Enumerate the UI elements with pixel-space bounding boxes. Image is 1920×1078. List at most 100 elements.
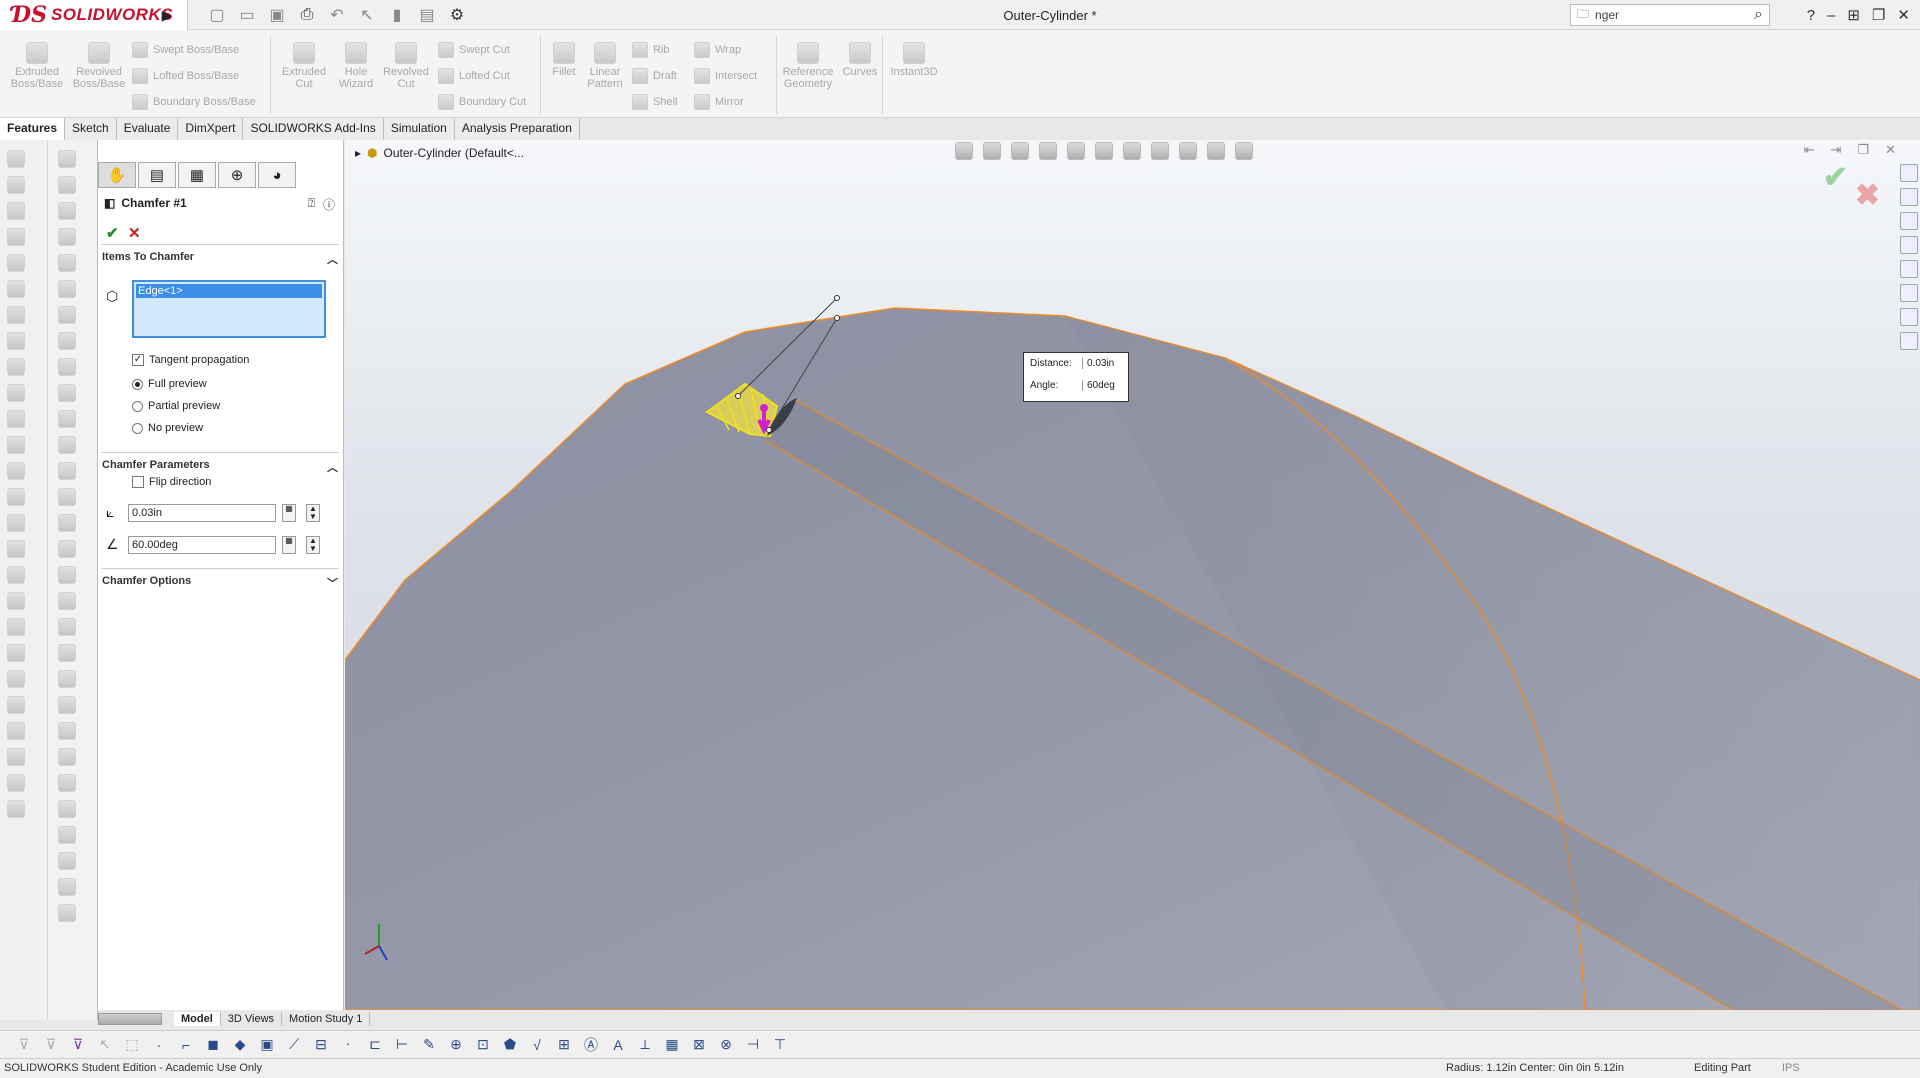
edge-selection-list[interactable]: Edge<1> xyxy=(132,280,326,338)
draft-button[interactable]: Draft xyxy=(632,68,677,84)
distance-spinner[interactable]: ▲ ▼ xyxy=(306,504,320,522)
sketch-tool-icon[interactable] xyxy=(7,358,25,376)
revolved-boss-button[interactable]: Revolved Boss/Base xyxy=(70,42,128,90)
feature-tool-icon[interactable] xyxy=(58,670,76,688)
search-input[interactable]: 🗀 nger ⌕ xyxy=(1570,4,1770,26)
tab-model[interactable]: Model xyxy=(174,1012,221,1026)
collapse-icon[interactable]: ︿ xyxy=(327,459,338,475)
full-preview-radio[interactable]: Full preview xyxy=(132,378,207,390)
rib-button[interactable]: Rib xyxy=(632,42,670,58)
feature-tool-icon[interactable] xyxy=(58,878,76,896)
partial-preview-radio[interactable]: Partial preview xyxy=(132,400,220,412)
filter-notes-icon[interactable]: ✎ xyxy=(419,1036,439,1054)
detailed-help-icon[interactable]: ⍰ xyxy=(308,196,315,213)
filter-block-icon[interactable]: ⊠ xyxy=(689,1036,709,1054)
edit-appearance-icon[interactable] xyxy=(1179,142,1197,160)
feature-tool-icon[interactable] xyxy=(58,904,76,922)
swept-boss-button[interactable]: Swept Boss/Base xyxy=(132,42,239,58)
collapse-icon[interactable]: ︿ xyxy=(327,251,338,267)
previous-view-icon[interactable] xyxy=(1011,142,1029,160)
feature-tool-icon[interactable] xyxy=(58,774,76,792)
chamfer-options-header[interactable]: Chamfer Options ﹀ xyxy=(102,568,338,591)
feature-tool-icon[interactable] xyxy=(58,436,76,454)
chamfer-parameters-header[interactable]: Chamfer Parameters ︿ xyxy=(102,452,338,475)
sketch-tool-icon[interactable] xyxy=(7,644,25,662)
feature-tree-root[interactable]: ▸ ⬢ Outer-Cylinder (Default<... xyxy=(355,146,524,160)
tab-scroll-arrows[interactable] xyxy=(98,1013,162,1025)
distance-field[interactable]: 0.03in xyxy=(128,504,276,522)
apply-scene-icon[interactable] xyxy=(1207,142,1225,160)
tab-sketch[interactable]: Sketch xyxy=(65,118,117,140)
feature-tool-icon[interactable] xyxy=(58,410,76,428)
callout-angle-row[interactable]: Angle: 60deg xyxy=(1030,380,1130,391)
feature-tool-icon[interactable] xyxy=(58,748,76,766)
model-view[interactable] xyxy=(345,140,1920,1010)
dynamic-annotation-icon[interactable] xyxy=(1067,142,1085,160)
swept-cut-button[interactable]: Swept Cut xyxy=(438,42,510,58)
forum-icon[interactable] xyxy=(1900,332,1918,350)
feature-tool-icon[interactable] xyxy=(58,826,76,844)
lofted-cut-button[interactable]: Lofted Cut xyxy=(438,68,510,84)
chamfer-callout[interactable]: Distance: 0.03in Angle: 60deg xyxy=(1023,352,1129,402)
filter-balloon-icon[interactable]: ⊞ xyxy=(554,1036,574,1054)
filter-surface-icon[interactable]: ◆ xyxy=(230,1036,250,1054)
filter-sketch-icon[interactable]: ⊏ xyxy=(365,1036,385,1054)
confirmation-ok-icon[interactable]: ✔ xyxy=(1823,160,1848,195)
angle-field[interactable]: 60.00deg xyxy=(128,536,276,554)
feature-tool-icon[interactable] xyxy=(58,254,76,272)
tab-simulation[interactable]: Simulation xyxy=(383,118,455,140)
sketch-tool-icon[interactable] xyxy=(7,540,25,558)
help-icon[interactable]: ⓘ xyxy=(323,196,335,213)
close-icon[interactable]: ✕ xyxy=(1885,142,1896,158)
filter-datum-icon[interactable]: ⊕ xyxy=(446,1036,466,1054)
property-manager-tab-icon[interactable]: ✋ xyxy=(98,162,136,188)
wrap-button[interactable]: Wrap xyxy=(694,42,741,58)
design-library-icon[interactable] xyxy=(1900,212,1918,230)
section-view-icon[interactable] xyxy=(1039,142,1057,160)
sketch-tool-icon[interactable] xyxy=(7,332,25,350)
filter-axes-icon[interactable]: ⟋ xyxy=(284,1036,304,1054)
feature-tool-icon[interactable] xyxy=(58,150,76,168)
custom-properties-icon[interactable] xyxy=(1900,308,1918,326)
sketch-tool-icon[interactable] xyxy=(7,566,25,584)
filter-solid-icon[interactable]: ▣ xyxy=(257,1036,277,1054)
filter-weld-icon[interactable]: √ xyxy=(527,1036,547,1054)
expand-arrow-icon[interactable]: ▸ xyxy=(355,146,361,160)
intersect-button[interactable]: Intersect xyxy=(694,68,757,84)
extruded-cut-button[interactable]: Extruded Cut xyxy=(276,42,332,90)
filter-dimensions-icon[interactable]: ⊢ xyxy=(392,1036,412,1054)
close-icon[interactable]: ✕ xyxy=(1897,6,1910,24)
curves-button[interactable]: Curves xyxy=(838,42,882,78)
filter-centerline-icon[interactable]: ⟂ xyxy=(635,1036,655,1054)
filter-clear-icon[interactable]: ⊽ xyxy=(68,1036,88,1054)
sketch-tool-icon[interactable] xyxy=(7,774,25,792)
fillet-button[interactable]: Fillet xyxy=(546,42,582,78)
sketch-tool-icon[interactable] xyxy=(7,280,25,298)
sketch-tool-icon[interactable] xyxy=(7,436,25,454)
filter-text-icon[interactable]: A xyxy=(608,1036,628,1054)
feature-tool-icon[interactable] xyxy=(58,280,76,298)
sketch-tool-icon[interactable] xyxy=(7,228,25,246)
filter-planes-icon[interactable]: ⊟ xyxy=(311,1036,331,1054)
edge-selection-item[interactable]: Edge<1> xyxy=(136,284,322,298)
zoom-to-area-icon[interactable] xyxy=(983,142,1001,160)
feature-tool-icon[interactable] xyxy=(58,852,76,870)
revolved-cut-button[interactable]: Revolved Cut xyxy=(380,42,432,90)
shell-button[interactable]: Shell xyxy=(632,94,677,110)
sketch-tool-icon[interactable] xyxy=(7,722,25,740)
sketch-tool-icon[interactable] xyxy=(7,176,25,194)
restore-icon[interactable]: ❐ xyxy=(1857,142,1869,158)
select-arrow-icon[interactable]: ↖ xyxy=(95,1036,115,1054)
graphics-area[interactable]: ▸ ⬢ Outer-Cylinder (Default<... ⇤ ⇥ ❐ ✕ … xyxy=(345,140,1920,1010)
resources-icon[interactable] xyxy=(1900,188,1918,206)
filter-center-mark-icon[interactable]: ⊗ xyxy=(716,1036,736,1054)
callout-distance-row[interactable]: Distance: 0.03in xyxy=(1030,358,1130,369)
flip-direction-checkbox[interactable]: Flip direction xyxy=(132,476,211,488)
cancel-button[interactable]: ✕ xyxy=(128,224,141,242)
feature-tool-icon[interactable] xyxy=(58,488,76,506)
zoom-to-fit-icon[interactable] xyxy=(955,142,973,160)
reference-geometry-button[interactable]: Reference Geometry xyxy=(780,42,836,90)
filter-hatch-icon[interactable]: ▦ xyxy=(662,1036,682,1054)
tab-addins[interactable]: SOLIDWORKS Add-Ins xyxy=(243,118,384,140)
tab-features[interactable]: Features xyxy=(0,118,66,140)
